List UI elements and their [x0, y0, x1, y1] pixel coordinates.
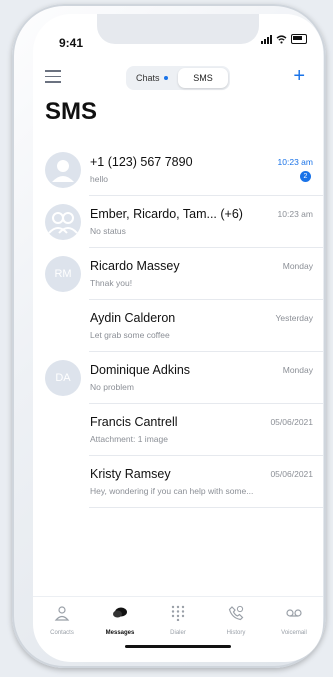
contact-name: Kristy Ramsey: [90, 467, 171, 481]
message-preview: Attachment: 1 image: [90, 434, 168, 444]
message-time: Monday: [282, 261, 313, 271]
menu-icon[interactable]: [45, 70, 61, 87]
conversation-row[interactable]: +1 (123) 567 7890 hello 10:23 am 2: [33, 144, 323, 196]
status-time: 9:41: [59, 36, 84, 50]
group-icon: [45, 204, 81, 240]
contact-name: Aydin Calderon: [90, 311, 176, 325]
message-time: Monday: [282, 365, 313, 375]
tab-dialer[interactable]: Dialer: [149, 597, 207, 641]
message-preview: No problem: [90, 382, 134, 392]
page-title: SMS: [45, 98, 98, 125]
message-time: Yesterday: [275, 313, 314, 323]
message-preview: No status: [90, 226, 126, 236]
contact-name: +1 (123) 567 7890: [90, 155, 193, 169]
wifi-icon: [276, 34, 287, 44]
notch: [97, 14, 259, 44]
contact-name: Ricardo Massey: [90, 259, 180, 273]
avatar-initials: RM: [45, 256, 81, 292]
history-icon: [228, 605, 244, 626]
tab-label: Dialer: [170, 630, 186, 636]
status-icons: [261, 34, 307, 44]
tab-label: History: [226, 630, 246, 636]
conversation-row[interactable]: RM Ricardo Massey Thnak you! Monday: [33, 248, 323, 300]
message-time: 05/06/2021: [270, 469, 313, 479]
conversation-row[interactable]: Francis Cantrell Attachment: 1 image 05/06…: [33, 404, 323, 456]
conversation-row[interactable]: Kristy Ramsey Hey, wondering if you can h…: [33, 456, 323, 508]
tab-history[interactable]: History: [207, 597, 265, 641]
segment-chats-label: Chats: [136, 73, 160, 83]
new-message-button[interactable]: +: [293, 66, 305, 86]
messages-icon: [112, 605, 128, 626]
conversation-row[interactable]: Ember, Ricardo, Tam... (+6) No status 10:2…: [33, 196, 323, 248]
conversation-row[interactable]: Aydin Calderon Let grab some coffee Yester…: [33, 300, 323, 352]
message-preview: Thnak you!: [90, 278, 133, 288]
message-time: 05/06/2021: [270, 417, 313, 427]
voicemail-icon: [286, 605, 302, 626]
tab-bar: Contacts Messages Dialer History Voicemail: [33, 596, 323, 641]
conversation-list: +1 (123) 567 7890 hello 10:23 am 2 Ember, Ri…: [33, 144, 323, 508]
conversation-row[interactable]: DA Dominique Adkins No problem Monday: [33, 352, 323, 404]
tab-voicemail[interactable]: Voicemail: [265, 597, 323, 641]
contact-name: Ember, Ricardo, Tam... (+6): [90, 207, 243, 221]
message-preview: Let grab some coffee: [90, 330, 170, 340]
signal-icon: [261, 34, 272, 44]
avatar-initials: DA: [45, 360, 81, 396]
phone-screen: 9:41 Chats SMS + SMS +1 (123) 567 7890 he…: [33, 14, 323, 662]
tab-messages[interactable]: Messages: [91, 597, 149, 641]
unread-badge: 2: [300, 171, 311, 182]
home-indicator[interactable]: [125, 645, 231, 648]
message-preview: Hey, wondering if you can help with some…: [90, 486, 254, 496]
tab-label: Contacts: [50, 630, 74, 636]
unread-dot-icon: [163, 76, 168, 80]
segment-sms[interactable]: SMS: [178, 68, 228, 88]
dialpad-icon: [170, 605, 186, 626]
segment-chats[interactable]: Chats: [126, 73, 178, 83]
tab-label: Voicemail: [281, 630, 307, 636]
segmented-control: Chats SMS: [126, 66, 230, 90]
battery-icon: [291, 34, 307, 44]
contact-name: Francis Cantrell: [90, 415, 178, 429]
person-icon: [45, 152, 81, 188]
tab-label: Messages: [105, 630, 135, 636]
contacts-icon: [54, 605, 70, 626]
message-time: 10:23 am: [277, 209, 313, 219]
message-time: 10:23 am: [277, 157, 313, 167]
contact-name: Dominique Adkins: [90, 363, 191, 377]
tab-contacts[interactable]: Contacts: [33, 597, 91, 641]
message-preview: hello: [90, 174, 108, 184]
